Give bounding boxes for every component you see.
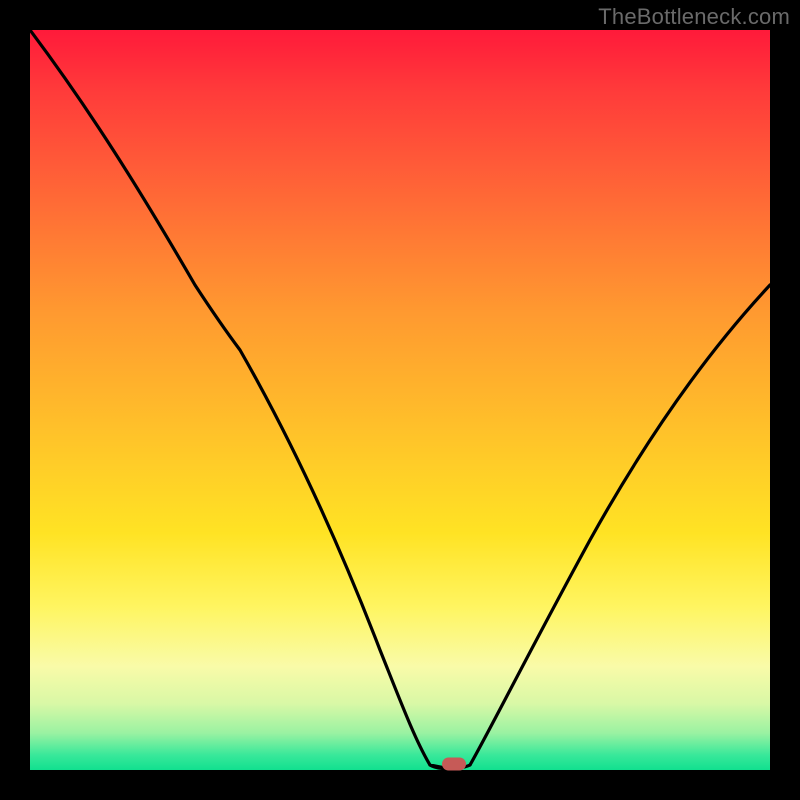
- chart-frame: TheBottleneck.com: [0, 0, 800, 800]
- plot-area: [30, 30, 770, 770]
- watermark-text: TheBottleneck.com: [598, 4, 790, 30]
- bottleneck-curve: [30, 30, 770, 770]
- minimum-marker: [442, 758, 466, 771]
